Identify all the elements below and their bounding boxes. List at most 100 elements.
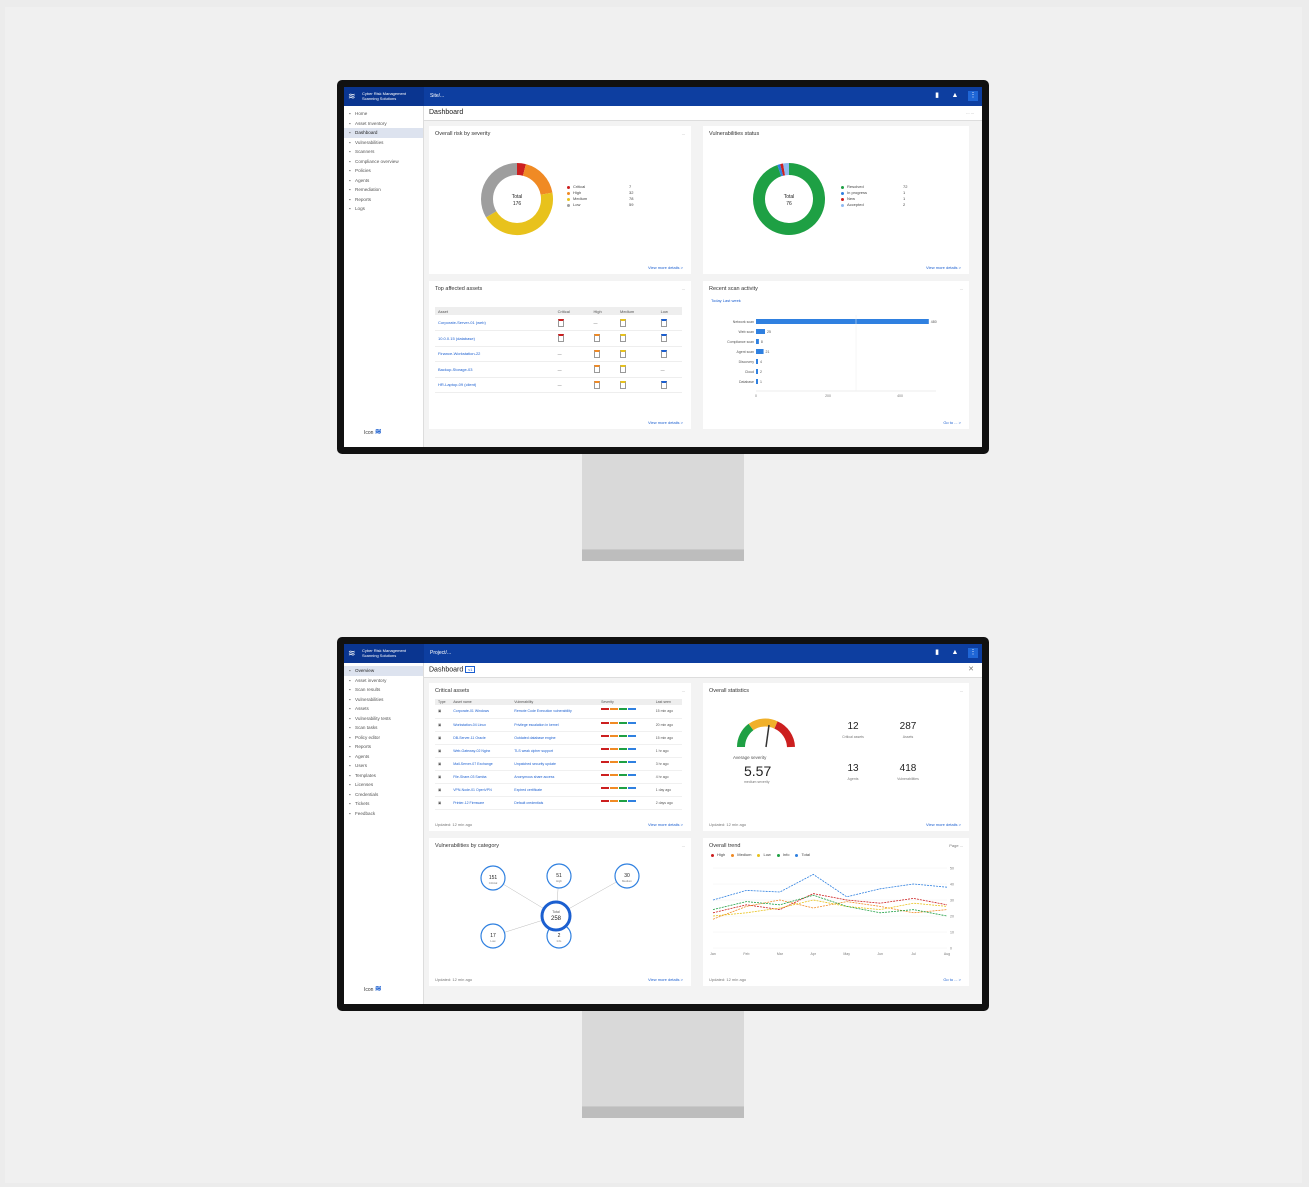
sidebar-item[interactable]: ▪ Credentials xyxy=(344,790,423,800)
view-details-link[interactable]: View more details > xyxy=(648,977,683,982)
sidebar-item[interactable]: ▪ Agents xyxy=(344,176,423,186)
vulnerability-name[interactable]: Expired certificate xyxy=(511,783,599,797)
vulnerability-name[interactable]: Remote Code Execution vulnerability xyxy=(511,705,599,719)
asset-link[interactable]: HR-Laptop-09 (client) xyxy=(435,377,555,393)
table-row[interactable]: HR-Laptop-09 (client) — xyxy=(435,377,682,393)
sidebar-item[interactable]: ▪ Vulnerabilities xyxy=(344,695,423,705)
sidebar-item[interactable]: ▪ Logs xyxy=(344,204,423,214)
sidebar-item[interactable]: ▪ Dashboard xyxy=(344,128,423,138)
close-icon[interactable]: ✕ xyxy=(968,665,974,673)
sidebar-item[interactable]: ▪ Scanners xyxy=(344,147,423,157)
table-row[interactable]: 10.0.0.15 (database) xyxy=(435,330,682,347)
breadcrumb[interactable]: Site/... xyxy=(430,93,444,99)
card-menu[interactable]: ... xyxy=(960,286,963,291)
sidebar-item[interactable]: ▪ Remediation xyxy=(344,185,423,195)
asset-link[interactable]: Corporate-Server-01 (web) xyxy=(435,315,555,331)
view-details-link[interactable]: View more details > xyxy=(926,265,961,270)
card-menu[interactable]: ... xyxy=(960,688,963,693)
table-row[interactable]: ▣ File-Share-03 Samba Anonymous share acce… xyxy=(435,770,682,784)
asset-name[interactable]: Corporate-01 Windows xyxy=(450,705,512,719)
go-to-link[interactable]: Go to ... > xyxy=(943,977,961,982)
asset-name[interactable]: Printer-12 Firmware xyxy=(450,796,512,810)
card-menu[interactable]: ... xyxy=(682,286,685,291)
table-row[interactable]: Finance-Workstation-22— xyxy=(435,346,682,362)
table-row[interactable]: ▣ VPN-Node-01 OpenVPN Expired certificate 1… xyxy=(435,783,682,797)
sidebar-item[interactable]: ▪ Overview xyxy=(344,666,423,676)
asset-name[interactable]: Mail-Server-07 Exchange xyxy=(450,757,512,771)
vulnerability-name[interactable]: Unpatched security update xyxy=(511,757,599,771)
user-icon[interactable]: ▲ xyxy=(950,648,960,658)
sidebar-item[interactable]: ▪ Users xyxy=(344,761,423,771)
asset-name[interactable]: Workstation-04 Linux xyxy=(450,718,512,732)
vulnerability-name[interactable]: Anonymous share access xyxy=(511,770,599,784)
table-row[interactable]: ▣ Workstation-04 Linux Privilege escalatio… xyxy=(435,718,682,732)
sidebar-item[interactable]: ▪ Home xyxy=(344,109,423,119)
breadcrumb[interactable]: Project/... xyxy=(430,650,451,656)
table-row[interactable]: ▣ DB-Server-11 Oracle Outdated database en… xyxy=(435,731,682,745)
legend-item[interactable]: Low xyxy=(757,852,771,858)
donut-slice[interactable] xyxy=(777,164,784,177)
sidebar-item[interactable]: ▪ Agents xyxy=(344,752,423,762)
bell-icon[interactable]: ▮ xyxy=(932,91,942,101)
sidebar-item[interactable]: ▪ Tickets xyxy=(344,799,423,809)
legend-item[interactable]: Info xyxy=(776,852,789,858)
column-header[interactable]: High xyxy=(590,307,617,315)
sidebar-item[interactable]: ▪ Templates xyxy=(344,771,423,781)
title-actions[interactable]: ... ... xyxy=(966,110,974,115)
table-row[interactable]: ▣ Web-Gateway-02 Nginx TLS weak cipher sup… xyxy=(435,744,682,758)
bar[interactable] xyxy=(756,339,759,344)
column-header[interactable]: Low xyxy=(657,307,682,315)
view-details-link[interactable]: View more details > xyxy=(648,420,683,425)
table-row[interactable]: Corporate-Server-01 (web) — xyxy=(435,315,682,331)
vulnerability-name[interactable]: Privilege escalation in kernel xyxy=(511,718,599,732)
column-header[interactable]: Asset xyxy=(435,307,555,315)
card-menu[interactable]: ... xyxy=(682,131,685,136)
brand[interactable]: ≋ Cyber Risk Management Scanning Solution… xyxy=(344,87,424,106)
sidebar-item[interactable]: ▪ Vulnerabilities xyxy=(344,138,423,148)
asset-link[interactable]: Finance-Workstation-22 xyxy=(435,346,555,362)
table-row[interactable]: ▣ Printer-12 Firmware Default credentials 2… xyxy=(435,796,682,810)
bar[interactable] xyxy=(756,349,764,354)
sidebar-item[interactable]: ▪ Scan results xyxy=(344,685,423,695)
sidebar-item[interactable]: ▪ Compliance overview xyxy=(344,157,423,167)
table-row[interactable]: ▣ Mail-Server-07 Exchange Unpatched securi… xyxy=(435,757,682,771)
asset-name[interactable]: DB-Server-11 Oracle xyxy=(450,731,512,745)
sidebar-item[interactable]: ▪ Feedback xyxy=(344,809,423,819)
card-menu[interactable]: ... xyxy=(682,843,685,848)
time-filter[interactable]: Today Last week xyxy=(711,298,741,303)
sidebar-item[interactable]: ▪ Asset Inventory xyxy=(344,119,423,129)
bar[interactable] xyxy=(756,359,758,364)
user-icon[interactable]: ▲ xyxy=(950,91,960,101)
view-details-link[interactable]: View more details > xyxy=(926,822,961,827)
asset-name[interactable]: Web-Gateway-02 Nginx xyxy=(450,744,512,758)
legend-item[interactable]: Total xyxy=(795,852,810,858)
sidebar-item[interactable]: ▪ Policies xyxy=(344,166,423,176)
bar[interactable] xyxy=(756,369,758,374)
vulnerability-name[interactable]: TLS weak cipher support xyxy=(511,744,599,758)
table-row[interactable]: Backup-Storage-03— — xyxy=(435,361,682,378)
asset-link[interactable]: 10.0.0.15 (database) xyxy=(435,330,555,347)
sidebar-item[interactable]: ▪ Licenses xyxy=(344,780,423,790)
vulnerability-name[interactable]: Default credentials xyxy=(511,796,599,810)
card-menu[interactable]: ... xyxy=(682,688,685,693)
series-line[interactable] xyxy=(712,899,948,917)
view-details-link[interactable]: View more details > xyxy=(648,265,683,270)
sidebar-item[interactable]: ▪ Assets xyxy=(344,704,423,714)
sidebar-item[interactable]: ▪ Scan tasks xyxy=(344,723,423,733)
donut-slice[interactable] xyxy=(522,164,553,196)
brand[interactable]: ≋ Cyber Risk Management Scanning Solution… xyxy=(344,644,424,663)
sidebar-item[interactable]: ▪ Reports xyxy=(344,742,423,752)
sidebar-item[interactable]: ▪ Policy editor xyxy=(344,733,423,743)
go-to-link[interactable]: Go to ... > xyxy=(943,420,961,425)
sidebar-item[interactable]: ▪ Asset inventory xyxy=(344,676,423,686)
vulnerability-name[interactable]: Outdated database engine xyxy=(511,731,599,745)
version-badge[interactable]: v1 xyxy=(465,666,476,673)
view-details-link[interactable]: View more details > xyxy=(648,822,683,827)
column-header[interactable]: Medium xyxy=(616,307,658,315)
legend-item[interactable]: Medium xyxy=(731,852,751,858)
bar[interactable] xyxy=(756,329,765,334)
column-header[interactable]: Critical xyxy=(554,307,591,315)
bar[interactable] xyxy=(756,319,929,324)
donut-slice[interactable] xyxy=(780,163,786,176)
series-line[interactable] xyxy=(712,873,948,901)
